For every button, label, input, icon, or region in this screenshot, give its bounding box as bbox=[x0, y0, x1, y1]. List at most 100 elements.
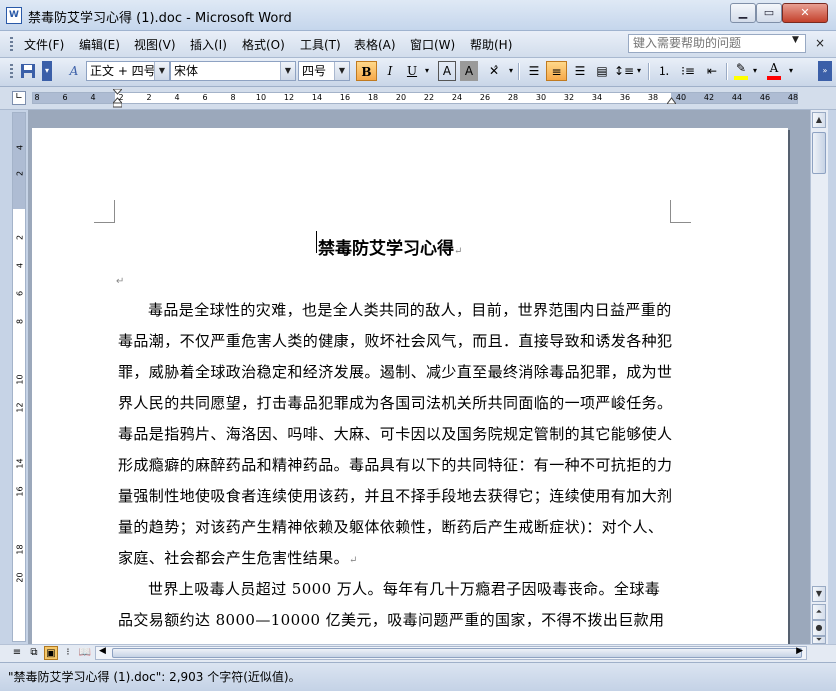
horizontal-ruler[interactable]: ∟ 8 6 4 2 2 4 6 8 10 12 14 16 18 20 22 24 26 28 30 32 34 36 38… bbox=[0, 87, 836, 110]
document-area[interactable]: 禁毒防艾学习心得↵ ↵ 毒品是全球性的灾难，也是全人类共同的敌人，目前，世界范围… bbox=[28, 110, 810, 644]
minimize-button[interactable]: ▁ bbox=[730, 3, 756, 23]
menu-help[interactable]: 帮助(H) bbox=[470, 36, 512, 53]
char-border-button[interactable]: A bbox=[438, 61, 456, 81]
vertical-scrollbar[interactable]: ▲ ▼ ⏶ ● ⏷ bbox=[810, 110, 828, 644]
select-browse-object-button[interactable]: ● bbox=[812, 620, 826, 636]
bold-button[interactable]: B bbox=[356, 61, 377, 81]
paragraph-text: 毒品是全球性的灾难，也是全人类共同的敌人，目前，世界范围内日益严重的毒品潮，不仅… bbox=[118, 301, 673, 567]
font-size-combo[interactable]: 四号 ▼ bbox=[298, 61, 350, 81]
char-scale-dropdown[interactable]: ▾ bbox=[506, 61, 516, 81]
ruler-number: 8 bbox=[230, 93, 236, 102]
align-center-button[interactable]: ≡ bbox=[546, 61, 567, 81]
arrow-right-icon[interactable]: ▶ bbox=[796, 646, 803, 656]
menu-edit[interactable]: 编辑(E) bbox=[79, 36, 120, 53]
ruler-strip[interactable]: 8 6 4 2 2 4 6 8 10 12 14 16 18 20 22 24 26 28 30 32 34 36 38 40… bbox=[32, 89, 798, 108]
font-size-value: 四号 bbox=[302, 64, 327, 78]
line-spacing-dropdown[interactable]: ▾ bbox=[634, 61, 644, 81]
arrow-down-icon: ▼ bbox=[815, 589, 823, 598]
help-search-input[interactable] bbox=[628, 34, 806, 53]
tab-selector-icon[interactable]: ∟ bbox=[12, 91, 26, 105]
highlight-dropdown[interactable]: ▾ bbox=[750, 61, 760, 81]
toolbar-more-button[interactable]: » bbox=[818, 61, 832, 81]
menu-table[interactable]: 表格(A) bbox=[354, 36, 396, 53]
ruler-number: 4 bbox=[90, 93, 96, 102]
numbering-button[interactable]: ⒈ bbox=[654, 61, 674, 81]
font-color-button[interactable]: A bbox=[764, 61, 784, 81]
save-button[interactable] bbox=[18, 61, 38, 81]
line-spacing-button[interactable]: ↕≡ bbox=[614, 61, 634, 81]
align-right-button[interactable]: ☰ bbox=[570, 61, 590, 81]
style-value: 正文 + 四号 bbox=[90, 64, 156, 78]
vertical-ruler[interactable]: 4 2 2 4 6 8 10 12 14 16 18 20 bbox=[12, 112, 26, 642]
chevron-down-icon[interactable]: ▼ bbox=[280, 62, 295, 80]
body-paragraph[interactable]: 毒品是全球性的灾难，也是全人类共同的敌人，目前，世界范围内日益严重的毒品潮，不仅… bbox=[118, 295, 674, 576]
web-view-icon: ⧉ bbox=[30, 647, 38, 658]
next-page-button[interactable]: ⏷ bbox=[812, 636, 826, 644]
italic-button[interactable]: I bbox=[380, 61, 400, 81]
indent-icon: ⇤ bbox=[706, 64, 718, 78]
toolbar-grip[interactable] bbox=[10, 64, 13, 79]
ruler-number: 30 bbox=[535, 93, 547, 102]
close-button[interactable]: ✕ bbox=[782, 3, 828, 23]
decrease-indent-button[interactable]: ⇤ bbox=[702, 61, 722, 81]
maximize-button[interactable]: ▭ bbox=[756, 3, 782, 23]
crop-mark bbox=[670, 200, 691, 223]
chevron-down-icon[interactable]: ▼ bbox=[792, 35, 799, 45]
char-shading-button[interactable]: A bbox=[460, 61, 478, 81]
word-doc-icon[interactable]: W bbox=[6, 7, 22, 24]
char-scale-icon[interactable]: ✕̂ bbox=[482, 61, 506, 81]
style-combo[interactable]: 正文 + 四号 ▼ bbox=[86, 61, 170, 81]
vertical-ruler-number: 6 bbox=[15, 290, 25, 297]
print-view-button[interactable]: ▣ bbox=[44, 646, 58, 660]
styles-pane-icon[interactable]: A bbox=[64, 61, 84, 81]
vertical-ruler-number: 12 bbox=[15, 402, 25, 413]
vertical-ruler-number: 4 bbox=[15, 144, 25, 151]
highlight-button[interactable]: ✎ bbox=[732, 61, 750, 81]
close-document-icon[interactable]: × bbox=[815, 36, 825, 50]
document-title[interactable]: 禁毒防艾学习心得↵ bbox=[318, 234, 462, 259]
maximize-icon: ▭ bbox=[763, 6, 775, 19]
menu-view[interactable]: 视图(V) bbox=[134, 36, 176, 53]
vertical-ruler-number: 20 bbox=[15, 572, 25, 583]
normal-view-button[interactable]: ≡ bbox=[10, 646, 24, 660]
web-view-button[interactable]: ⧉ bbox=[27, 646, 41, 660]
align-justify-button[interactable]: ☰ bbox=[524, 61, 544, 81]
underline-button[interactable]: U bbox=[402, 61, 422, 81]
menu-insert[interactable]: 插入(I) bbox=[190, 36, 227, 53]
distributed-align-button[interactable]: ▤ bbox=[592, 61, 612, 81]
font-color-dropdown[interactable]: ▾ bbox=[786, 61, 796, 81]
distributed-icon: ▤ bbox=[596, 64, 608, 78]
ruler-number: 42 bbox=[703, 93, 715, 102]
double-down-icon: ⏷ bbox=[815, 635, 823, 644]
scroll-up-button[interactable]: ▲ bbox=[812, 112, 826, 128]
status-bar: "禁毒防艾学习心得 (1).doc": 2,903 个字符(近似值)。 bbox=[0, 662, 836, 691]
scroll-down-button[interactable]: ▼ bbox=[812, 586, 826, 602]
menu-window[interactable]: 窗口(W) bbox=[410, 36, 455, 53]
bullets-button[interactable]: ⁝≡ bbox=[678, 61, 698, 81]
vertical-ruler-number: 4 bbox=[15, 262, 25, 269]
highlight-icon: ✎ bbox=[735, 61, 747, 75]
chevron-down-icon[interactable]: ▼ bbox=[334, 62, 349, 80]
menubar-grip[interactable] bbox=[10, 37, 13, 51]
horizontal-scrollbar[interactable]: ◀ ▶ bbox=[95, 646, 807, 660]
previous-page-button[interactable]: ⏶ bbox=[812, 604, 826, 620]
menu-tools[interactable]: 工具(T) bbox=[300, 36, 341, 53]
window-title: 禁毒防艾学习心得 (1).doc - Microsoft Word bbox=[28, 11, 292, 26]
body-paragraph[interactable]: 世界上吸毒人员超过 5000 万人。每年有几十万瘾君子因吸毒丧命。全球毒品交易额… bbox=[118, 574, 674, 644]
paragraph-text: 世界上吸毒人员超过 5000 万人。每年有几十万瘾君子因吸毒丧命。全球毒品交易额… bbox=[118, 580, 665, 644]
menu-format[interactable]: 格式(O) bbox=[242, 36, 285, 53]
outline-view-button[interactable]: ⁝ bbox=[61, 646, 75, 660]
document-page[interactable]: 禁毒防艾学习心得↵ ↵ 毒品是全球性的灾难，也是全人类共同的敌人，目前，世界范围… bbox=[32, 128, 788, 644]
ruler-number: 2 bbox=[146, 93, 152, 102]
top-margin-area bbox=[13, 113, 25, 209]
underline-dropdown[interactable]: ▾ bbox=[422, 61, 432, 81]
normal-view-icon: ≡ bbox=[12, 647, 22, 658]
menu-file[interactable]: 文件(F) bbox=[24, 36, 64, 53]
vertical-scroll-thumb[interactable] bbox=[812, 132, 826, 174]
toolbar-options-button[interactable]: ▾ bbox=[42, 61, 52, 81]
horizontal-scroll-thumb[interactable] bbox=[112, 648, 802, 658]
arrow-left-icon[interactable]: ◀ bbox=[99, 646, 106, 656]
chevron-down-icon[interactable]: ▼ bbox=[154, 62, 169, 80]
font-combo[interactable]: 宋体 ▼ bbox=[170, 61, 296, 81]
reading-view-button[interactable]: 📖 bbox=[78, 646, 92, 660]
